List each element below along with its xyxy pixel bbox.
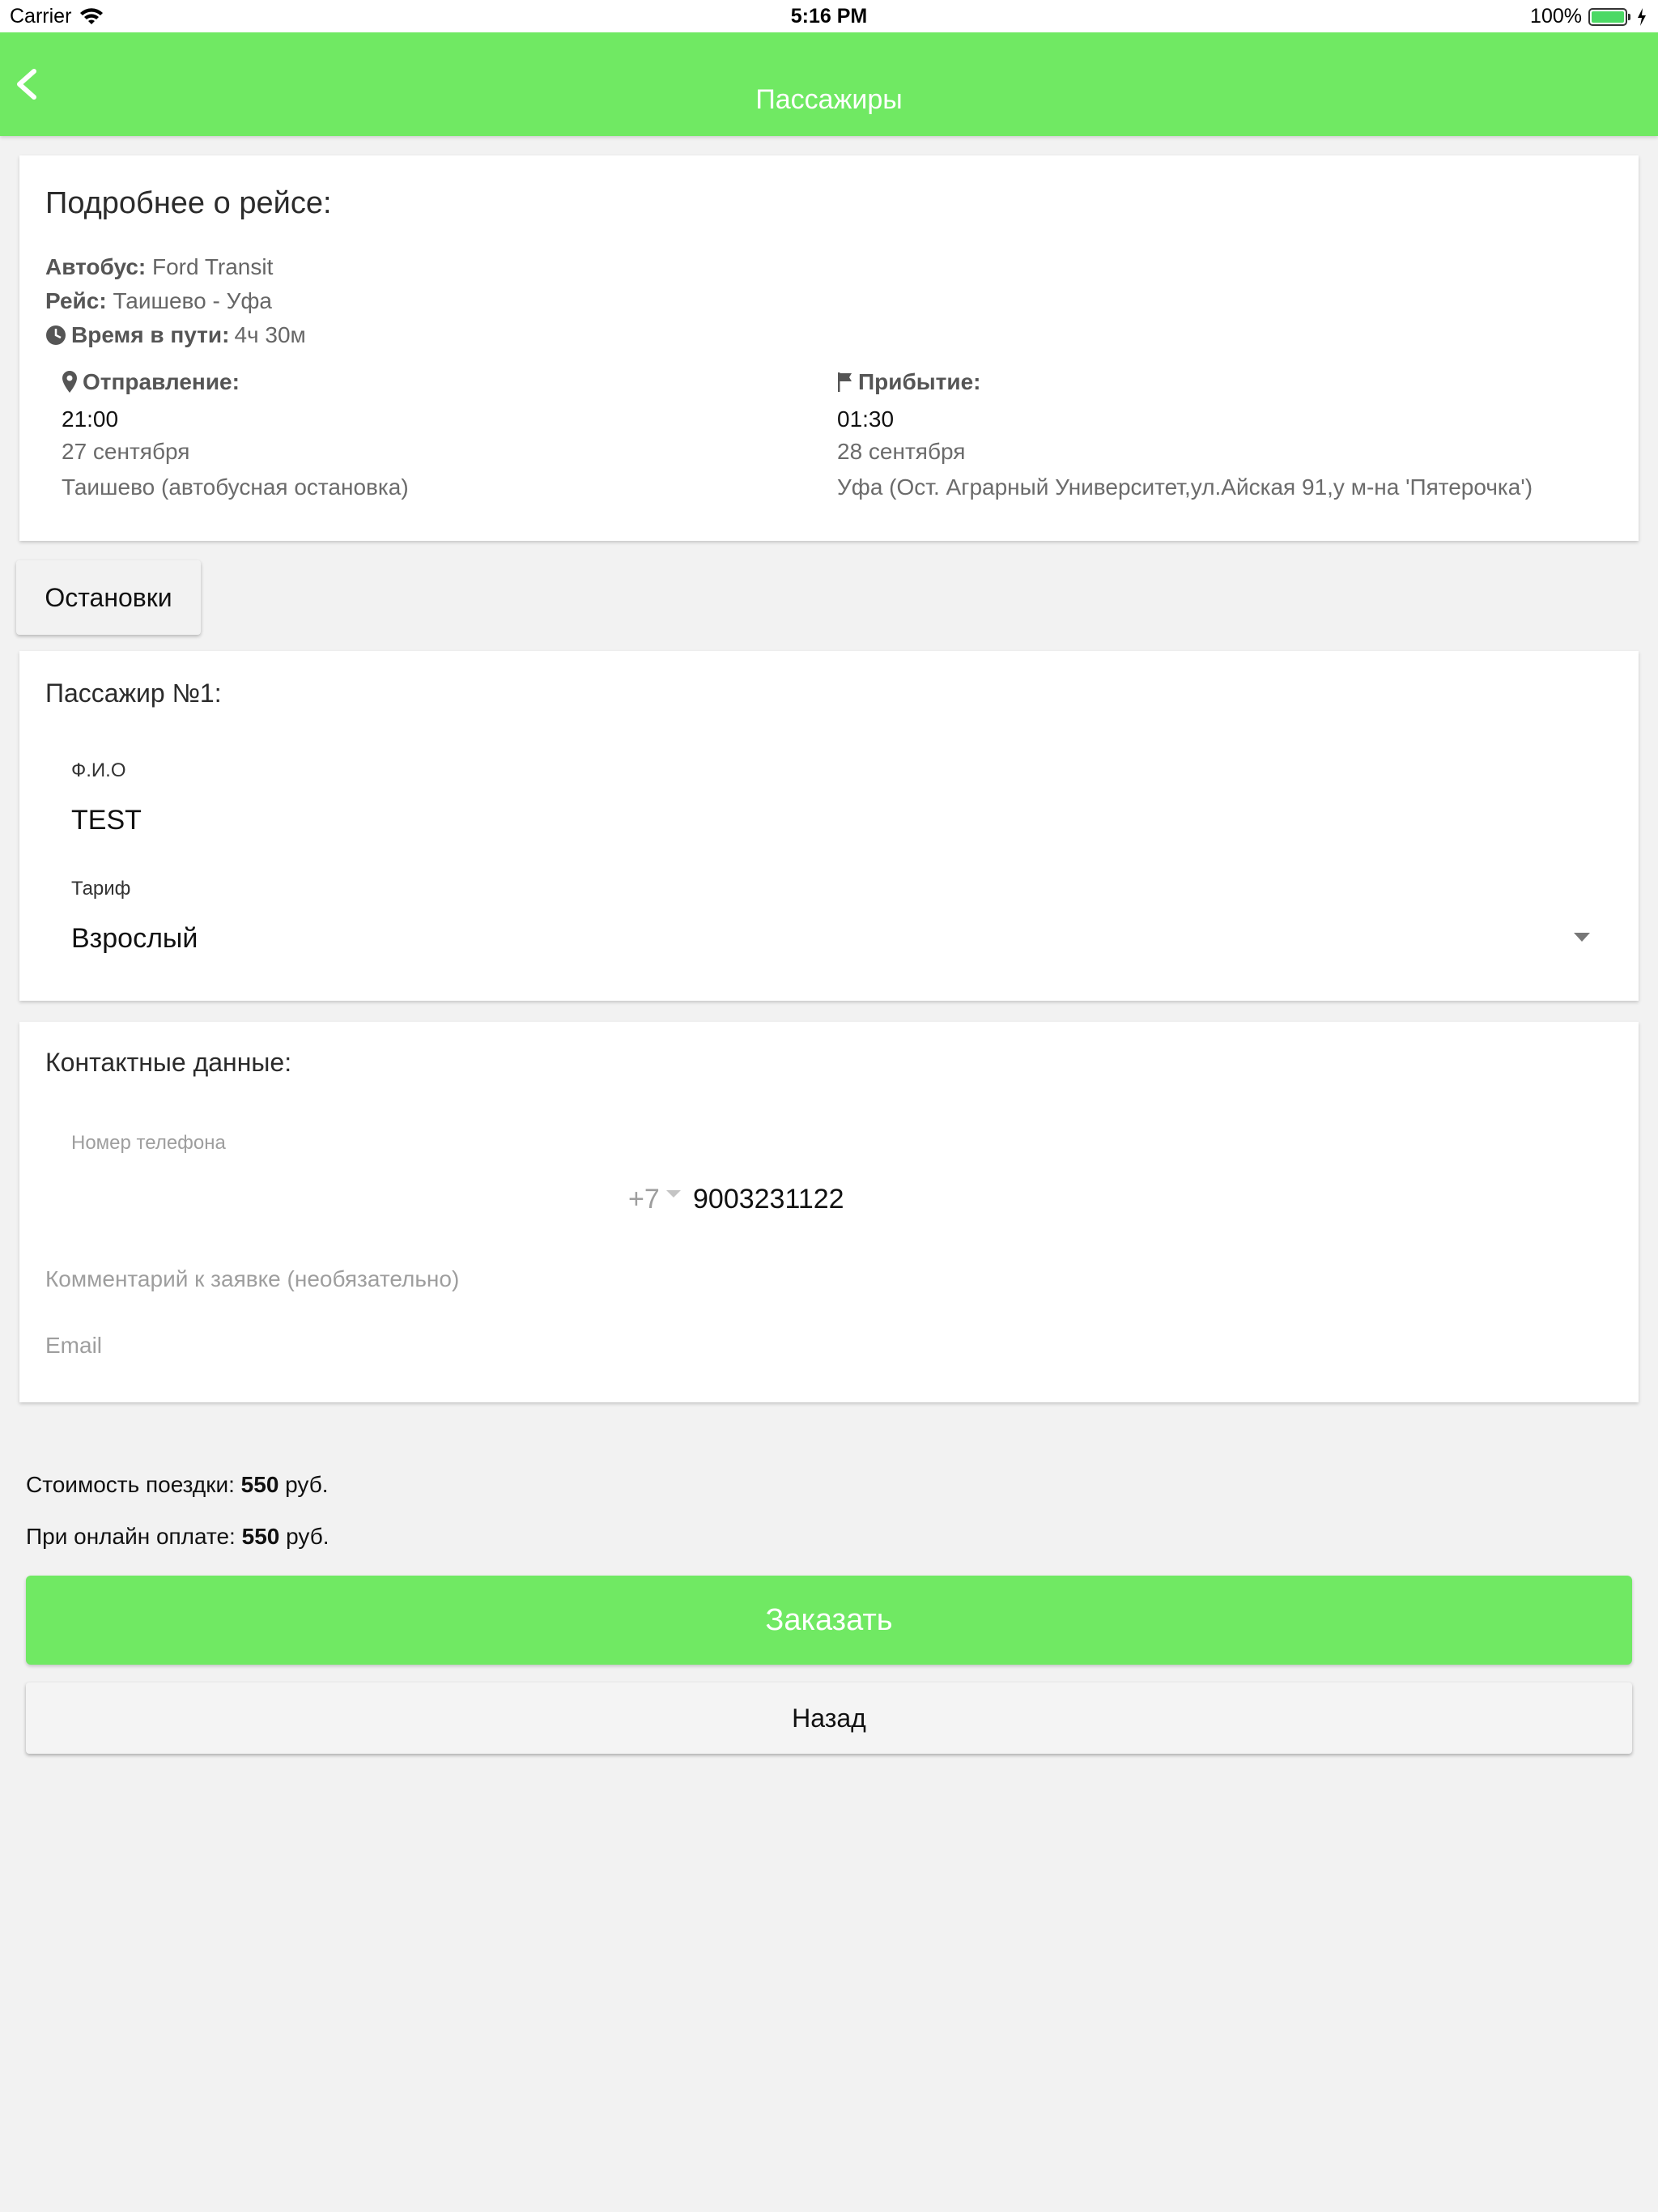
arrival-column: Прибытие: 01:30 28 сентября Уфа (Ост. Аг… (837, 369, 1533, 500)
departure-column: Отправление: 21:00 27 сентября Таишево (… (62, 369, 409, 500)
departure-date: 27 сентября (62, 439, 190, 464)
departure-place: Таишево (автобусная остановка) (62, 474, 409, 500)
departure-time: 21:00 (62, 406, 119, 432)
passenger-card: Пассажир №1: Ф.И.О TEST Тариф Взрослый (19, 651, 1639, 1001)
online-cost-currency: руб. (286, 1524, 329, 1549)
battery-percent: 100% (1530, 5, 1582, 28)
duration-value: 4ч 30м (234, 322, 306, 347)
trip-details-card: Подробнее о рейсе: Автобус: Ford Transit… (19, 155, 1639, 541)
clock-icon (46, 325, 66, 345)
route-line: Рейс: Таишево - Уфа (45, 288, 272, 314)
page-title: Пассажиры (755, 84, 903, 115)
flag-icon (838, 372, 852, 392)
arrival-label: Прибытие: (858, 369, 981, 394)
trip-cost-line: Стоимость поездки: 550 руб. (26, 1472, 329, 1498)
email-input[interactable]: Email (45, 1333, 102, 1359)
name-input[interactable]: TEST (71, 805, 142, 836)
tariff-select[interactable]: Взрослый (71, 923, 198, 955)
passenger-title: Пассажир №1: (45, 678, 222, 708)
comment-input[interactable]: Комментарий к заявке (необязательно) (45, 1266, 459, 1292)
contacts-title: Контактные данные: (45, 1048, 292, 1077)
chevron-down-icon (665, 1190, 681, 1197)
app-bar: Пассажиры (0, 32, 1658, 136)
arrival-time: 01:30 (837, 406, 895, 432)
duration-line: Время в пути: 4ч 30м (45, 322, 306, 348)
phone-code-select[interactable]: +7 (628, 1184, 681, 1215)
map-pin-icon (62, 371, 77, 393)
phone-label: Номер телефона (71, 1132, 226, 1154)
status-bar: Carrier 5:16 PM 100% (0, 0, 1658, 32)
route-value: Таишево - Уфа (113, 288, 272, 313)
route-label: Рейс: (45, 288, 107, 313)
trip-cost-label: Стоимость поездки: (26, 1472, 235, 1497)
trip-cost-value: 550 (240, 1472, 279, 1497)
status-right: 100% (1530, 5, 1647, 28)
charging-icon (1638, 7, 1646, 26)
name-label: Ф.И.О (71, 759, 126, 781)
trip-cost-currency: руб. (285, 1472, 329, 1497)
online-cost-line: При онлайн оплате: 550 руб. (26, 1524, 329, 1550)
order-button[interactable]: Заказать (26, 1576, 1632, 1665)
duration-label: Время в пути: (71, 322, 230, 347)
arrival-heading: Прибытие: (837, 369, 1533, 395)
phone-code: +7 (628, 1184, 660, 1214)
tariff-label: Тариф (71, 878, 131, 900)
status-time: 5:16 PM (790, 5, 868, 28)
contacts-card: Контактные данные: Номер телефона +7 900… (19, 1022, 1639, 1402)
back-button[interactable]: Назад (26, 1682, 1632, 1754)
online-cost-label: При онлайн оплате: (26, 1524, 236, 1549)
online-cost-value: 550 (241, 1524, 280, 1549)
arrival-place: Уфа (Ост. Аграрный Университет,ул.Айская… (837, 474, 1533, 500)
departure-label: Отправление: (83, 369, 240, 394)
arrival-date: 28 сентября (837, 439, 966, 464)
stops-button[interactable]: Остановки (16, 560, 201, 635)
battery-icon (1588, 7, 1630, 26)
bus-line: Автобус: Ford Transit (45, 254, 273, 280)
bus-label: Автобус: (45, 254, 147, 279)
bus-value: Ford Transit (152, 254, 274, 279)
trip-details-title: Подробнее о рейсе: (45, 186, 332, 220)
chevron-down-icon[interactable] (1574, 933, 1590, 942)
phone-input[interactable]: 9003231122 (693, 1184, 844, 1215)
departure-heading: Отправление: (62, 369, 409, 395)
